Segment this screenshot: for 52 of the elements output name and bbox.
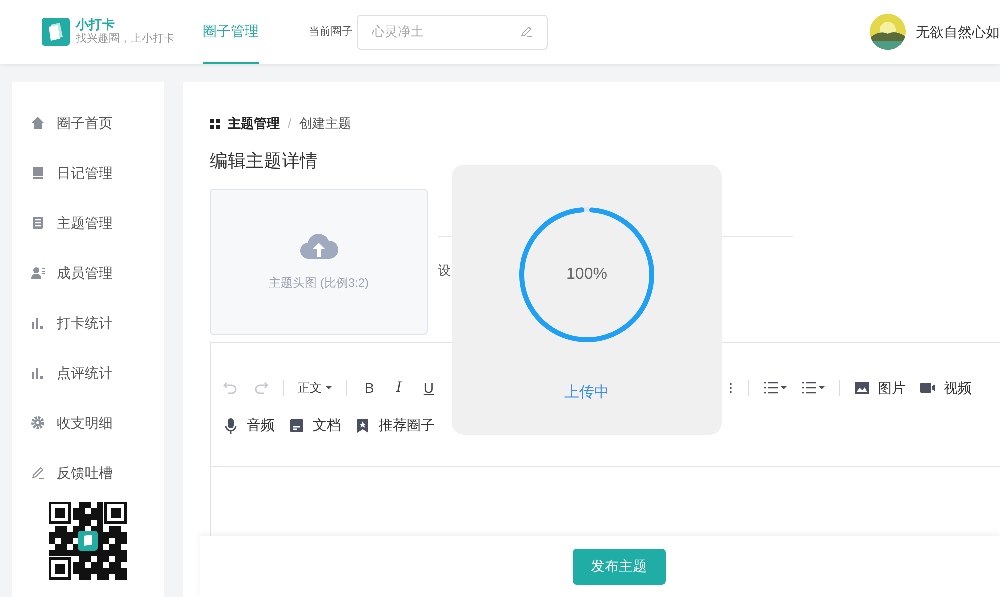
breadcrumb-separator: / bbox=[288, 115, 292, 133]
underline-button[interactable]: U bbox=[420, 378, 438, 398]
paragraph-style-dropdown[interactable]: 正文 bbox=[298, 379, 322, 397]
pencil-icon bbox=[31, 466, 45, 480]
more-icon[interactable] bbox=[728, 380, 734, 396]
pencil-icon bbox=[521, 26, 533, 38]
bar-chart-icon bbox=[31, 316, 45, 330]
sidebar-item[interactable]: 打卡统计 bbox=[57, 312, 113, 334]
bar-chart-icon bbox=[31, 366, 45, 380]
recommend-circle-button[interactable]: 推荐圈子 bbox=[379, 415, 435, 436]
sidebar-item[interactable]: 圈子首页 bbox=[57, 112, 113, 134]
video-button[interactable]: 视频 bbox=[944, 378, 972, 398]
sidebar-item[interactable]: 反馈吐槽 bbox=[57, 462, 113, 484]
sidebar-item[interactable]: 主题管理 bbox=[57, 212, 113, 234]
document-icon[interactable] bbox=[289, 418, 305, 434]
sidebar-item[interactable]: 成员管理 bbox=[57, 262, 113, 284]
book-icon bbox=[31, 166, 45, 180]
user-name[interactable]: 无欲自然心如 bbox=[916, 22, 1000, 42]
caret-icon[interactable] bbox=[781, 385, 787, 391]
image-icon[interactable] bbox=[854, 380, 870, 396]
home-icon bbox=[31, 116, 45, 130]
document-icon bbox=[31, 216, 45, 230]
sidebar-item[interactable]: 日记管理 bbox=[57, 162, 113, 184]
cloud-upload-icon bbox=[300, 232, 338, 260]
upload-status: 上传中 bbox=[564, 383, 610, 403]
italic-button[interactable]: I bbox=[392, 378, 406, 398]
settings-label: 设 bbox=[438, 262, 451, 280]
sidebar-item[interactable]: 点评统计 bbox=[57, 362, 113, 384]
app-slogan: 找兴趣圈，上小打卡 bbox=[76, 33, 175, 47]
sidebar-item[interactable]: 收支明细 bbox=[57, 412, 113, 434]
breadcrumb-link[interactable]: 主题管理 bbox=[228, 114, 280, 134]
microphone-icon[interactable] bbox=[223, 418, 239, 434]
logo-icon bbox=[42, 18, 70, 46]
bookmark-icon[interactable] bbox=[355, 418, 371, 434]
caret-icon[interactable] bbox=[326, 385, 332, 391]
progress-percent: 100% bbox=[566, 265, 608, 285]
caret-icon[interactable] bbox=[819, 385, 825, 391]
app-title: 小打卡 bbox=[76, 17, 116, 33]
person-icon bbox=[31, 266, 45, 280]
audio-button[interactable]: 音频 bbox=[247, 415, 275, 436]
ordered-list-icon[interactable] bbox=[763, 380, 779, 396]
image-button[interactable]: 图片 bbox=[878, 378, 906, 398]
document-button[interactable]: 文档 bbox=[313, 415, 341, 436]
breadcrumb-current: 创建主题 bbox=[300, 115, 352, 133]
settings-icon bbox=[31, 416, 45, 430]
page-title: 编辑主题详情 bbox=[210, 150, 319, 172]
current-circle-label: 当前圈子 bbox=[309, 24, 353, 40]
avatar[interactable] bbox=[870, 14, 906, 50]
video-camera-icon[interactable] bbox=[920, 380, 936, 396]
bullet-list-icon[interactable] bbox=[801, 380, 817, 396]
grid-icon bbox=[210, 118, 220, 129]
bold-button[interactable]: B bbox=[361, 378, 378, 398]
